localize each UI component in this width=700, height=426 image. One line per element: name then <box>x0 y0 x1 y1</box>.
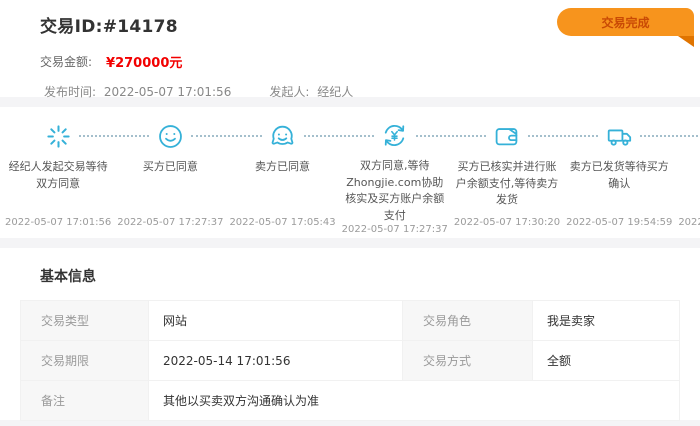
amount-row: 交易金额: ¥270000元 <box>40 52 700 71</box>
status-badge-label: 交易完成 <box>601 14 649 31</box>
publish-time-value: 2022-05-07 17:01:56 <box>104 85 231 99</box>
status-badge[interactable]: 交易完成 <box>557 8 694 36</box>
amount-label: 交易金额: <box>40 53 92 70</box>
transaction-timeline: 经纪人发起交易等待双方同意 2022-05-07 17:01:56 买方已同意 … <box>0 107 700 238</box>
trade-deadline-value: 2022-05-14 17:01:56 <box>149 341 403 381</box>
trade-role-label: 交易角色 <box>403 301 533 341</box>
step-date: 2022-05-07 17:27:37 <box>342 224 448 235</box>
trade-type-label: 交易类型 <box>21 301 149 341</box>
truck-icon <box>606 122 633 150</box>
timeline-step-verify-payment: 双方同意,等待Zhongjie.com协助核实及买方账户余额支付 2022-05… <box>339 122 451 228</box>
wallet-icon <box>493 122 520 150</box>
step-date: 2022-05-07 17:01:56 <box>5 217 111 228</box>
step-label: 双方同意,等待Zhongjie.com协助核实及买方账户余额支付 <box>342 158 448 224</box>
step-label: 卖方已同意 <box>255 159 310 217</box>
smile-ears-icon <box>269 122 296 150</box>
basic-info-section: 基本信息 交易类型 网站 交易角色 我是卖家 交易期限 2022-05-14 1… <box>0 248 700 420</box>
step-date: 2022-05-07 17:30:20 <box>454 217 560 228</box>
timeline-step-seller-agreed: 卖方已同意 2022-05-07 17:05:43 <box>226 122 338 228</box>
timeline-step-shipped: 卖方已发货等待买方确认 2022-05-07 19:54:59 <box>563 122 675 228</box>
trade-type-value: 网站 <box>149 301 403 341</box>
trade-method-label: 交易方式 <box>403 341 533 381</box>
trade-role-value: 我是卖家 <box>533 301 680 341</box>
timeline-step-complete: 交易完成 2022-05-09 14:34:49 <box>675 122 700 228</box>
timeline-step-initiated: 经纪人发起交易等待双方同意 2022-05-07 17:01:56 <box>2 122 114 228</box>
step-label: 买方已同意 <box>143 159 198 217</box>
step-label: 卖方已发货等待买方确认 <box>566 159 672 217</box>
basic-info-heading: 基本信息 <box>40 266 680 286</box>
publish-time: 发布时间: 2022-05-07 17:01:56 <box>40 83 231 100</box>
status-badge-fold <box>678 36 694 47</box>
transaction-header: 交易ID:#14178 交易完成 交易金额: ¥270000元 发布时间: 20… <box>0 0 700 97</box>
remark-value: 其他以买卖双方沟通确认为准 <box>149 381 680 421</box>
section-divider <box>0 238 700 248</box>
meta-row: 发布时间: 2022-05-07 17:01:56 发起人: 经纪人 <box>40 83 700 100</box>
initiator: 发起人: 经纪人 <box>265 83 353 100</box>
step-date: 2022-05-07 17:05:43 <box>229 217 335 228</box>
yuan-refresh-icon <box>381 122 408 149</box>
trade-deadline-label: 交易期限 <box>21 341 149 381</box>
amount-value: ¥270000元 <box>106 52 182 71</box>
initiator-value: 经纪人 <box>317 85 353 99</box>
step-label: 经纪人发起交易等待双方同意 <box>5 159 111 217</box>
step-date: 2022-05-09 14:34:49 <box>678 217 700 228</box>
step-date: 2022-05-07 17:27:37 <box>117 217 223 228</box>
publish-time-label: 发布时间: <box>44 85 96 99</box>
step-date: 2022-05-07 19:54:59 <box>566 217 672 228</box>
step-label: 买方已核实并进行账户余额支付,等待卖方发货 <box>454 159 560 217</box>
initiator-label: 发起人: <box>269 85 309 99</box>
burst-icon <box>45 122 72 150</box>
timeline-step-paid: 买方已核实并进行账户余额支付,等待卖方发货 2022-05-07 17:30:2… <box>451 122 563 228</box>
basic-info-table: 交易类型 网站 交易角色 我是卖家 交易期限 2022-05-14 17:01:… <box>20 300 680 421</box>
timeline-step-buyer-agreed: 买方已同意 2022-05-07 17:27:37 <box>114 122 226 228</box>
smile-icon <box>157 122 184 150</box>
trade-method-value: 全额 <box>533 341 680 381</box>
remark-label: 备注 <box>21 381 149 421</box>
